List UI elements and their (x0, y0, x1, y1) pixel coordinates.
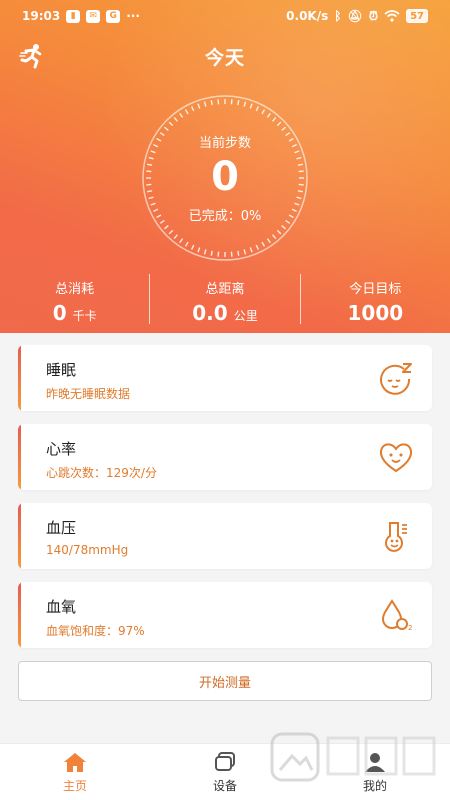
sleep-card[interactable]: 睡眠 昨晚无睡眠数据 (18, 345, 432, 411)
battery-icon: 57 (406, 9, 428, 23)
card-accent-bar (18, 345, 21, 411)
g-app-icon: G (106, 9, 121, 23)
sleep-face-icon (380, 363, 412, 395)
heart-rate-card[interactable]: 心率 心跳次数：129次/分 (18, 424, 432, 490)
card-subtitle: 血氧饱和度：97% (46, 624, 145, 638)
app-notification-icon: ▮ (66, 9, 81, 23)
nav-label: 主页 (62, 778, 87, 793)
stat-label: 今日目标 (349, 282, 402, 297)
stat-value: 0.0 (192, 301, 228, 325)
stats-row: 总消耗 0 千卡 总距离 0.0 公里 今日目标 1000 (0, 272, 450, 328)
card-accent-bar (18, 582, 21, 648)
steps-value: 0 (211, 154, 239, 200)
status-time: 19:03 (22, 9, 61, 23)
stat-calories: 总消耗 0 千卡 (0, 272, 149, 328)
card-subtitle: 昨晚无睡眠数据 (46, 387, 131, 401)
net-speed: 0.0K/s (286, 9, 329, 23)
alarm-icon: ⏰︎ (368, 8, 379, 23)
mute-icon: 🔕︎ (347, 9, 363, 23)
stat-unit: 千卡 (72, 309, 97, 323)
home-icon (64, 752, 86, 772)
stat-goal[interactable]: 今日目标 1000 (301, 272, 450, 328)
wifi-icon (384, 10, 400, 22)
card-title: 心率 (46, 440, 77, 458)
stat-label: 总距离 (205, 282, 245, 297)
stat-label: 总消耗 (55, 282, 95, 297)
oxygen-drop-icon: 2 (381, 599, 412, 632)
card-title: 血氧 (46, 598, 77, 616)
svg-text:2: 2 (408, 624, 412, 632)
watermark-logo (270, 732, 436, 782)
card-title: 睡眠 (46, 361, 77, 379)
message-icon: ✉ (86, 9, 101, 23)
battery-level: 57 (410, 10, 424, 22)
status-bar: 19:03 ▮ ✉ G ··· 0.0K/s ᛒ 🔕︎ ⏰︎ 57 (0, 0, 450, 32)
nav-label: 设备 (212, 778, 237, 793)
start-measure-button[interactable]: 开始测量 (18, 661, 432, 701)
heart-face-icon (379, 443, 413, 473)
blood-oxygen-card[interactable]: 血氧 血氧饱和度：97% 2 (18, 582, 432, 648)
stat-value: 0 (52, 301, 67, 325)
blood-pressure-card[interactable]: 血压 140/78mmHg (18, 503, 432, 569)
top-bar: 今天 (0, 40, 450, 72)
app-screen: 19:03 ▮ ✉ G ··· 0.0K/s ᛒ 🔕︎ ⏰︎ 57 今天 当前步… (0, 0, 450, 800)
step-ring: 当前步数 0 已完成：0% (139, 92, 311, 264)
stat-distance: 总距离 0.0 公里 (150, 272, 299, 328)
card-accent-bar (18, 424, 21, 490)
device-icon (215, 751, 235, 771)
steps-label: 当前步数 (198, 136, 251, 151)
card-subtitle: 140/78mmHg (46, 543, 129, 557)
stat-unit: 公里 (233, 309, 258, 323)
page-title: 今天 (204, 46, 245, 69)
running-icon[interactable] (18, 42, 46, 70)
bluetooth-icon: ᛒ (334, 9, 342, 23)
card-subtitle: 心跳次数：129次/分 (46, 466, 157, 480)
more-notifications-icon: ··· (126, 9, 140, 23)
card-title: 血压 (46, 519, 77, 537)
stat-value: 1000 (347, 301, 404, 325)
blood-pressure-icon (385, 522, 407, 552)
steps-completed: 已完成：0% (188, 209, 262, 224)
card-accent-bar (18, 503, 21, 569)
nav-home[interactable]: 主页 (0, 744, 150, 800)
